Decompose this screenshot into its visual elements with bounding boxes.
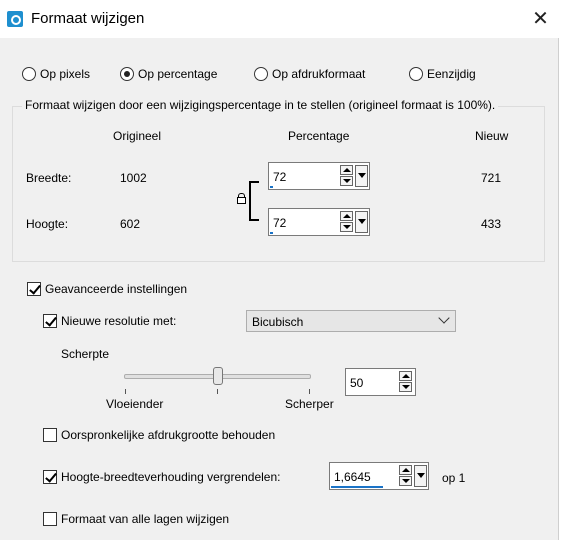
column-header-new: Nieuw [475,129,509,143]
spinner-focus-bar [270,232,273,234]
checkbox-box [43,512,57,526]
checkbox-label: Geavanceerde instellingen [45,282,188,296]
spin-down-icon[interactable] [340,176,353,186]
spinner-value: 1,6645 [334,470,371,484]
title-bar: Formaat wijzigen ✕ [0,0,565,38]
spinner-focus-bar [331,486,383,488]
window-title: Formaat wijzigen [31,10,145,27]
checkbox-label: Hoogte-breedteverhouding vergrendelen: [61,470,281,484]
chevron-down-icon [438,312,450,324]
group-description: Formaat wijzigen door een wijzigingsperc… [22,98,499,112]
radio-label: Op percentage [138,67,218,81]
select-value: Bicubisch [252,315,304,329]
spin-up-icon[interactable] [399,371,412,381]
radio-circle [409,67,423,81]
spinner-focus-bar [270,186,273,188]
sharpness-label: Scherpte [61,347,110,361]
width-original-value: 1002 [120,171,147,185]
spin-up-icon[interactable] [340,211,353,221]
radio-label: Op pixels [40,67,91,81]
slider-tick [217,389,218,394]
aspect-ratio-suffix: op 1 [442,471,466,485]
link-bracket [249,181,259,221]
spinner-value: 50 [350,376,364,390]
radio-circle-selected [120,67,134,81]
radio-op-pixels[interactable]: Op pixels [22,67,90,81]
width-new-value: 721 [481,171,502,185]
radio-label: Op afdrukformaat [272,67,366,81]
sharpness-max-label: Scherper [285,397,334,411]
radio-label: Eenzijdig [427,67,476,81]
checkbox-box [27,282,41,296]
dropdown-arrow-icon[interactable] [355,165,368,187]
spin-down-icon[interactable] [399,382,412,392]
checkbox-advanced-settings[interactable]: Geavanceerde instellingen [27,282,187,296]
spinner-arrows [399,371,413,393]
checkbox-lock-aspect-ratio[interactable]: Hoogte-breedteverhouding vergrendelen: [43,470,281,484]
sharpness-min-label: Vloeiender [106,397,164,411]
checkbox-label: Formaat van alle lagen wijzigen [61,512,230,526]
radio-eenzijdig[interactable]: Eenzijdig [409,67,476,81]
dialog-edge [558,38,565,540]
height-percentage-spinner[interactable]: 72 [268,208,370,236]
radio-op-percentage[interactable]: Op percentage [120,67,217,81]
height-label: Hoogte: [26,217,69,231]
spinner-arrows [340,165,354,187]
spinner-value: 72 [273,170,287,184]
radio-circle [254,67,268,81]
spin-up-icon[interactable] [340,165,353,175]
aspect-ratio-spinner[interactable]: 1,6645 [329,462,429,490]
checkbox-resize-all-layers[interactable]: Formaat van alle lagen wijzigen [43,512,229,526]
radio-circle [22,67,36,81]
spin-down-icon[interactable] [340,222,353,232]
sharpness-slider-thumb[interactable] [212,367,223,385]
width-label: Breedte: [26,171,72,185]
column-header-percentage: Percentage [288,129,350,143]
checkbox-box [43,314,57,328]
checkbox-keep-print-size[interactable]: Oorspronkelijke afdrukgrootte behouden [43,428,275,442]
dropdown-arrow-icon[interactable] [355,211,368,233]
app-icon [7,11,23,27]
column-header-original: Origineel [113,129,162,143]
checkbox-box [43,470,57,484]
slider-tick [125,389,126,394]
spin-down-icon[interactable] [399,476,412,486]
height-new-value: 433 [481,217,502,231]
height-original-value: 602 [120,217,141,231]
spinner-value: 72 [273,216,287,230]
spinner-arrows [399,465,413,487]
spinner-arrows [340,211,354,233]
width-percentage-spinner[interactable]: 72 [268,162,370,190]
slider-tick [309,389,310,394]
spin-up-icon[interactable] [399,465,412,475]
checkbox-label: Oorspronkelijke afdrukgrootte behouden [61,428,276,442]
resample-method-select[interactable]: Bicubisch [246,310,456,332]
dropdown-arrow-icon[interactable] [414,465,427,487]
radio-op-afdrukformaat[interactable]: Op afdrukformaat [254,67,365,81]
checkbox-box [43,428,57,442]
checkbox-label: Nieuwe resolutie met: [61,314,177,328]
lock-icon[interactable] [237,193,246,204]
close-button[interactable]: ✕ [518,0,563,38]
sharpness-spinner[interactable]: 50 [345,368,416,396]
checkbox-new-resolution[interactable]: Nieuwe resolutie met: [43,314,176,328]
